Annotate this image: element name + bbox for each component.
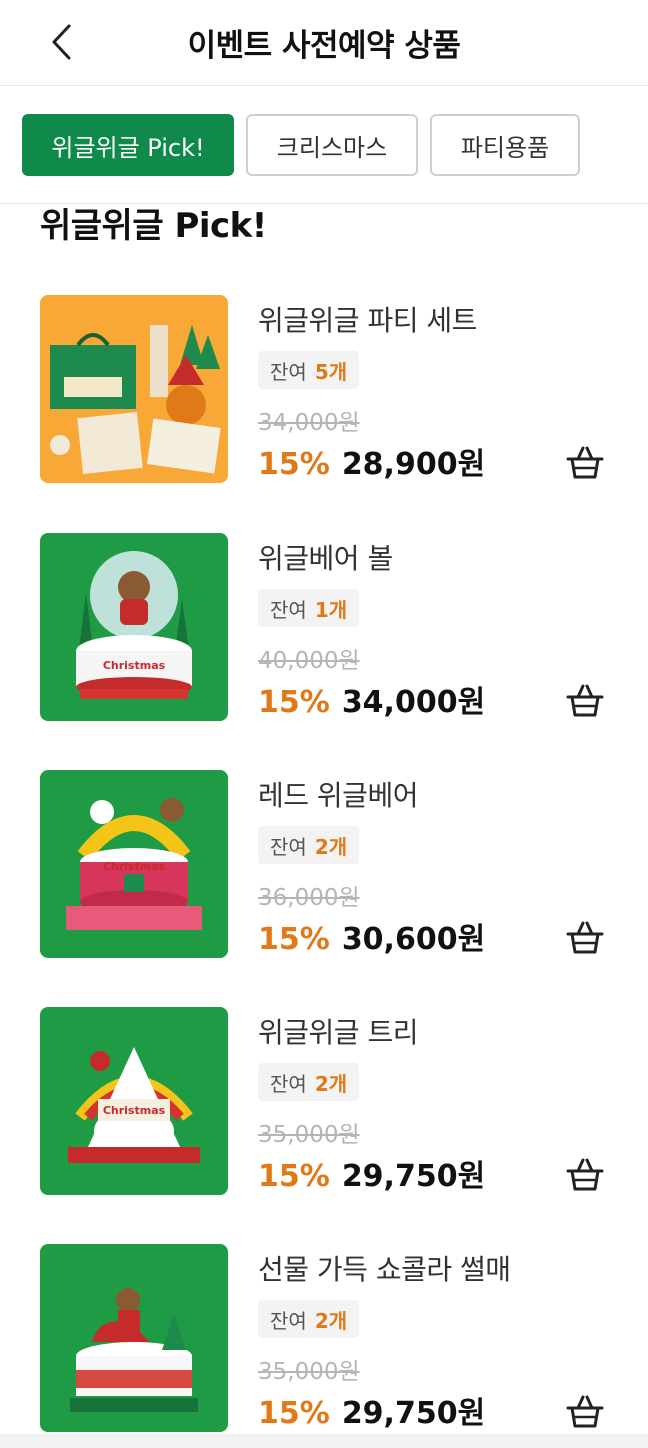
stock-label: 잔여 [270, 1308, 307, 1333]
tree-cake-image[interactable]: Christmas [40, 1007, 228, 1195]
price-row: 15% 28,900원 [258, 439, 485, 483]
svg-text:Christmas: Christmas [103, 659, 166, 672]
product-name: 위글위글 트리 [258, 1016, 418, 1049]
product-name: 위글베어 볼 [258, 542, 393, 575]
stock-count: 2개 [314, 834, 348, 859]
sale-price: 30,600원 [341, 922, 486, 957]
stock-label: 잔여 [270, 597, 307, 622]
page-title: 이벤트 사전예약 상품 [187, 28, 461, 64]
price-row: 15% 29,750원 [258, 1388, 485, 1432]
discount-rate: 15% [258, 1396, 330, 1431]
stock-badge: 잔여 2개 [258, 826, 360, 864]
sleigh-cake-image[interactable] [40, 1244, 228, 1432]
product-item[interactable]: Christmas 위글베어 볼 잔여 1개 40,000원 15% 34,000… [0, 533, 648, 723]
stock-count: 1개 [314, 597, 348, 622]
section-title: 위글위글 Pick! [40, 206, 267, 246]
add-to-cart-button[interactable] [566, 1394, 604, 1430]
stock-label: 잔여 [270, 1071, 307, 1096]
stock-label: 잔여 [270, 834, 307, 859]
discount-rate: 15% [258, 1159, 330, 1194]
discount-rate: 15% [258, 922, 330, 957]
header: 이벤트 사전예약 상품 [0, 0, 648, 86]
stock-badge: 잔여 2개 [258, 1063, 360, 1101]
stock-badge: 잔여 2개 [258, 1300, 360, 1338]
product-item[interactable]: 선물 가득 쇼콜라 썰매 잔여 2개 35,000원 15% 29,750원 [0, 1244, 648, 1434]
price-row: 15% 29,750원 [258, 1151, 485, 1195]
stock-label: 잔여 [270, 359, 307, 384]
product-item[interactable]: 위글위글 파티 세트 잔여 5개 34,000원 15% 28,900원 [0, 295, 648, 485]
basket-icon [566, 684, 604, 717]
add-to-cart-button[interactable] [566, 445, 604, 481]
basket-icon [566, 1158, 604, 1191]
product-item[interactable]: Christmas 위글위글 트리 잔여 2개 35,000원 15% 29,75… [0, 1007, 648, 1197]
original-price: 35,000원 [258, 1359, 360, 1385]
basket-icon [566, 921, 604, 954]
price-row: 15% 34,000원 [258, 677, 485, 721]
stock-count: 2개 [314, 1071, 348, 1096]
discount-rate: 15% [258, 447, 330, 482]
original-price: 34,000원 [258, 410, 360, 436]
add-to-cart-button[interactable] [566, 683, 604, 719]
price-row: 15% 30,600원 [258, 914, 485, 958]
product-name: 위글위글 파티 세트 [258, 304, 477, 337]
add-to-cart-button[interactable] [566, 920, 604, 956]
sale-price: 29,750원 [341, 1159, 486, 1194]
basket-icon [566, 446, 604, 479]
sale-price: 28,900원 [341, 447, 486, 482]
product-item[interactable]: Christmas 레드 위글베어 잔여 2개 36,000원 15% 30,60… [0, 770, 648, 960]
category-tabs: 위글위글 Pick! 크리스마스 파티용품 [0, 86, 648, 204]
sale-price: 29,750원 [341, 1396, 486, 1431]
tab-christmas[interactable]: 크리스마스 [246, 114, 418, 176]
add-to-cart-button[interactable] [566, 1157, 604, 1193]
stock-count: 5개 [314, 359, 348, 384]
tab-party-supplies[interactable]: 파티용품 [430, 114, 580, 176]
basket-icon [566, 1395, 604, 1428]
svg-text:Christmas: Christmas [103, 1104, 166, 1117]
sale-price: 34,000원 [341, 685, 486, 720]
discount-rate: 15% [258, 685, 330, 720]
original-price: 36,000원 [258, 885, 360, 911]
original-price: 35,000원 [258, 1122, 360, 1148]
stock-count: 2개 [314, 1308, 348, 1333]
product-name: 레드 위글베어 [258, 779, 418, 812]
party-set-image[interactable] [40, 295, 228, 483]
red-bear-cake-image[interactable]: Christmas [40, 770, 228, 958]
stock-badge: 잔여 5개 [258, 351, 360, 389]
tab-wiggle-pick[interactable]: 위글위글 Pick! [22, 114, 234, 176]
bear-ball-cake-image[interactable]: Christmas [40, 533, 228, 721]
stock-badge: 잔여 1개 [258, 589, 360, 627]
original-price: 40,000원 [258, 648, 360, 674]
product-name: 선물 가득 쇼콜라 썰매 [258, 1253, 511, 1286]
bottom-bar [0, 1434, 648, 1448]
svg-text:Christmas: Christmas [103, 860, 166, 873]
